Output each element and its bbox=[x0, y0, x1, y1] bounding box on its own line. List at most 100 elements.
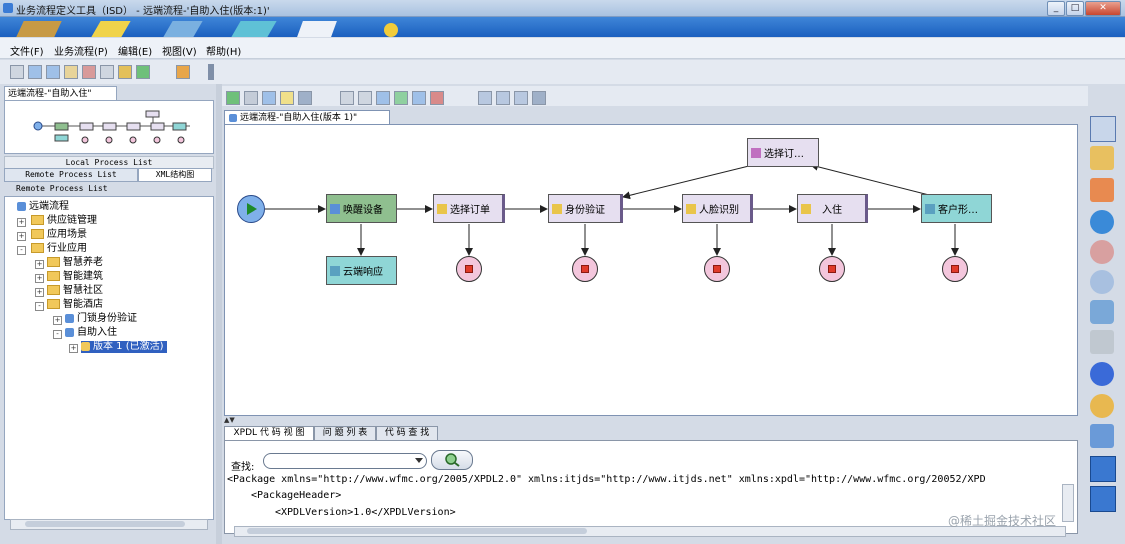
tab-xpdl-code[interactable]: XPDL 代 码 视 图 bbox=[224, 426, 314, 441]
undo-icon[interactable] bbox=[394, 91, 408, 105]
menu-edit[interactable]: 编辑(E) bbox=[118, 43, 152, 58]
subflow-tool-icon[interactable] bbox=[1090, 330, 1114, 354]
save-icon[interactable] bbox=[46, 65, 60, 79]
editor-splitter[interactable]: ▲▼ bbox=[224, 416, 1084, 424]
page-icon[interactable] bbox=[244, 91, 258, 105]
block-tool-icon[interactable] bbox=[1090, 362, 1114, 386]
tree-expander[interactable]: - bbox=[53, 330, 62, 339]
copy-icon[interactable] bbox=[358, 91, 372, 105]
node-wake-device[interactable]: 唤醒设备 bbox=[326, 194, 397, 223]
menu-help[interactable]: 帮助(H) bbox=[206, 43, 241, 58]
note-icon[interactable] bbox=[280, 91, 294, 105]
tab-remote-process-list[interactable]: Remote Process List bbox=[4, 168, 138, 182]
tree-expander[interactable]: - bbox=[35, 302, 44, 311]
panel-divider[interactable] bbox=[216, 84, 222, 544]
menu-file[interactable]: 文件(F) bbox=[10, 43, 44, 58]
export-icon[interactable] bbox=[118, 65, 132, 79]
process-overview[interactable] bbox=[4, 100, 214, 154]
node-face-recognition[interactable]: 人脸识别 bbox=[682, 194, 753, 223]
node-select[interactable]: 选择订… bbox=[747, 138, 819, 167]
end-event[interactable] bbox=[704, 256, 730, 282]
tree-node-smart-building[interactable]: 智能建筑 bbox=[47, 271, 103, 283]
tree-expander[interactable]: + bbox=[35, 260, 44, 269]
node-identity-verify[interactable]: 身份验证 bbox=[548, 194, 623, 223]
tab-xml-structure[interactable]: XML结构图 bbox=[138, 168, 212, 182]
paste-icon[interactable] bbox=[376, 91, 390, 105]
service-tool-icon[interactable] bbox=[1090, 424, 1114, 448]
node-cloud-response[interactable]: 云端响应 bbox=[326, 256, 397, 285]
end-event[interactable] bbox=[456, 256, 482, 282]
align-center-icon[interactable] bbox=[496, 91, 510, 105]
align-right-icon[interactable] bbox=[514, 91, 528, 105]
run-icon[interactable] bbox=[176, 65, 190, 79]
code-vertical-scrollbar[interactable] bbox=[1062, 484, 1074, 522]
end-event[interactable] bbox=[819, 256, 845, 282]
tree-node-smart-hotel[interactable]: 智能酒店 bbox=[47, 299, 103, 311]
left-horizontal-scrollbar[interactable] bbox=[10, 519, 208, 530]
tree-expander[interactable]: + bbox=[53, 316, 62, 325]
align-left-icon[interactable] bbox=[478, 91, 492, 105]
tree-expander[interactable]: + bbox=[69, 344, 78, 353]
tree-node-root[interactable]: 远端流程 bbox=[17, 201, 69, 213]
tree-expander[interactable]: - bbox=[17, 246, 26, 255]
minimize-button[interactable]: _ bbox=[1047, 1, 1065, 16]
toolbar-arrow-icon[interactable] bbox=[208, 64, 214, 80]
start-tool-icon[interactable] bbox=[1090, 146, 1114, 170]
delete-icon[interactable] bbox=[82, 65, 96, 79]
tree-node-version-1[interactable]: 版本 1 (已激活) bbox=[81, 341, 167, 353]
editor-doc-tab[interactable]: 远端流程-"自助入住(版本 1)" bbox=[224, 110, 390, 125]
node-select-order[interactable]: 选择订单 bbox=[433, 194, 505, 223]
tree-node-scenarios[interactable]: 应用场景 bbox=[31, 229, 87, 241]
find-button[interactable] bbox=[431, 450, 473, 470]
tree-node-industry[interactable]: 行业应用 bbox=[31, 243, 87, 255]
node-guest[interactable]: 客户形… bbox=[921, 194, 992, 223]
tree-expander[interactable]: + bbox=[17, 232, 26, 241]
link-icon[interactable] bbox=[298, 91, 312, 105]
left-tab-remote-process[interactable]: 远端流程-"自助入住" bbox=[4, 86, 117, 101]
folder-icon bbox=[47, 257, 60, 267]
node-check-in[interactable]: 入住 bbox=[797, 194, 868, 223]
route-tool-icon[interactable] bbox=[1090, 300, 1114, 324]
tree-node-smart-community[interactable]: 智慧社区 bbox=[47, 285, 103, 297]
app-icon bbox=[3, 3, 13, 13]
tree-expander[interactable]: + bbox=[17, 218, 26, 227]
new-icon[interactable] bbox=[10, 65, 24, 79]
end-event[interactable] bbox=[572, 256, 598, 282]
add-icon[interactable] bbox=[136, 65, 150, 79]
menu-view[interactable]: 视图(V) bbox=[162, 43, 197, 58]
menu-process[interactable]: 业务流程(P) bbox=[54, 43, 108, 58]
tab-problems[interactable]: 问 题 列 表 bbox=[314, 426, 376, 441]
maximize-button[interactable]: □ bbox=[1066, 1, 1084, 16]
tree-node-elderly-care[interactable]: 智慧养老 bbox=[47, 257, 103, 269]
search-tool-icon[interactable] bbox=[1090, 270, 1114, 294]
tree-expander[interactable]: + bbox=[35, 288, 44, 297]
select-tool-icon[interactable] bbox=[226, 91, 240, 105]
cut-icon[interactable] bbox=[340, 91, 354, 105]
tree-node-supply-chain[interactable]: 供应链管理 bbox=[31, 215, 97, 227]
tree-node-self-checkin[interactable]: 自助入住 bbox=[65, 327, 117, 339]
grid-icon[interactable] bbox=[532, 91, 546, 105]
pointer-tool-icon[interactable] bbox=[1090, 116, 1116, 142]
tree-node-lock-auth[interactable]: 门锁身份验证 bbox=[65, 313, 137, 325]
open-icon[interactable] bbox=[28, 65, 42, 79]
process-canvas[interactable]: 唤醒设备 云端响应 选择订单 身份验证 人脸识别 入住 客户形… 选择订… bbox=[224, 124, 1078, 416]
info-tool-icon[interactable] bbox=[1090, 210, 1114, 234]
redo-icon[interactable] bbox=[412, 91, 426, 105]
tool-icon[interactable] bbox=[1090, 394, 1114, 418]
user-tool-icon[interactable] bbox=[1090, 240, 1114, 264]
tab-code-search[interactable]: 代 码 查 找 bbox=[376, 426, 438, 441]
collapse-arrows-icon[interactable]: ▲▼ bbox=[224, 416, 235, 424]
start-event[interactable] bbox=[237, 195, 265, 223]
remove-icon[interactable] bbox=[430, 91, 444, 105]
copy-icon[interactable] bbox=[100, 65, 114, 79]
folder-icon[interactable] bbox=[64, 65, 78, 79]
find-select[interactable] bbox=[263, 453, 427, 469]
transition-tool-icon[interactable] bbox=[1090, 456, 1116, 482]
end-tool-icon[interactable] bbox=[1090, 178, 1114, 202]
end-event[interactable] bbox=[942, 256, 968, 282]
connector-tool-icon[interactable] bbox=[1090, 486, 1116, 512]
close-button[interactable]: ✕ bbox=[1085, 1, 1121, 16]
tree-expander[interactable]: + bbox=[35, 274, 44, 283]
code-horizontal-scrollbar[interactable] bbox=[234, 526, 1066, 537]
image-icon[interactable] bbox=[262, 91, 276, 105]
